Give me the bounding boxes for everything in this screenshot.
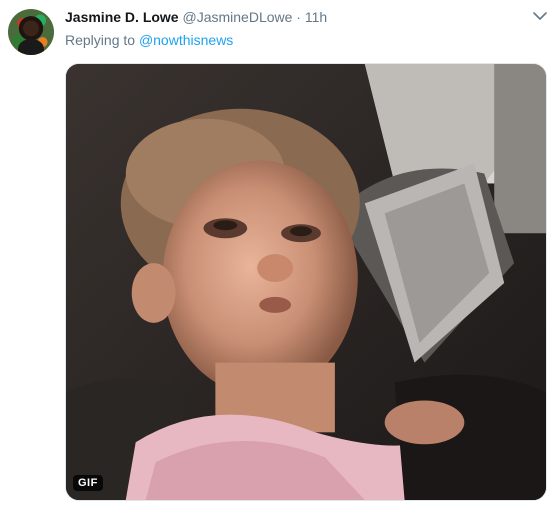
- reply-prefix: Replying to: [65, 32, 136, 48]
- handle[interactable]: @JasmineDLowe: [182, 9, 292, 25]
- reply-context: Replying to @nowthisnews: [65, 31, 233, 49]
- timestamp[interactable]: 11h: [305, 9, 327, 25]
- reply-to-link[interactable]: @nowthisnews: [139, 32, 233, 48]
- display-name[interactable]: Jasmine D. Lowe: [65, 9, 179, 25]
- chevron-down-icon[interactable]: [532, 8, 548, 24]
- gif-media[interactable]: GIF: [65, 63, 547, 501]
- avatar[interactable]: [8, 9, 54, 55]
- gif-badge: GIF: [73, 475, 103, 491]
- gif-frame: [66, 64, 546, 500]
- avatar-shirt: [18, 39, 44, 55]
- tweet-header: Jasmine D. Lowe @JasmineDLowe · 11h: [65, 7, 558, 27]
- separator: ·: [296, 9, 301, 25]
